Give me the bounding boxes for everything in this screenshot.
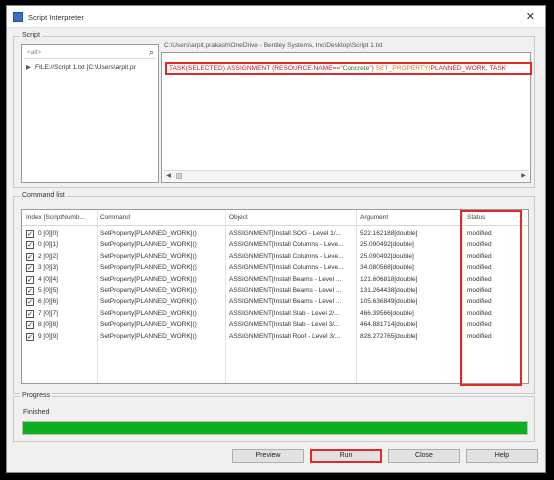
cell-argument: 828.272765[double]	[360, 332, 418, 340]
command-list-label: Command list	[20, 192, 67, 199]
scroll-thumb[interactable]	[176, 173, 182, 179]
cell-object: ASSIGNMENT[Install Columns - Leve...	[229, 241, 344, 249]
table-row[interactable]: ✓ 2 [0][2] SetProperty[PLANNED_WORK]() ASSI…	[22, 252, 528, 263]
column-header-index[interactable]: Index [ScriptNumb...	[26, 214, 96, 221]
cell-object: ASSIGNMENT[Install Columns - Leve...	[229, 252, 344, 260]
cell-argument: 466.39566[double]	[360, 309, 414, 317]
cell-object: ASSIGNMENT[Install Roof - Level 3/...	[229, 332, 341, 340]
cell-argument: 464.881714[double]	[360, 321, 418, 329]
cell-command: SetProperty[PLANNED_WORK]()	[100, 309, 197, 317]
run-button[interactable]: Run	[310, 449, 382, 463]
table-row[interactable]: ✓ 8 [0][8] SetProperty[PLANNED_WORK]() ASSI…	[22, 320, 528, 331]
column-header-object[interactable]: Object	[229, 214, 349, 221]
filter-input[interactable]: <all> ⌕	[24, 47, 156, 59]
cell-argument: 25.090492[double]	[360, 241, 414, 249]
row-checkbox[interactable]: ✓	[26, 321, 34, 330]
filter-placeholder: <all>	[27, 49, 42, 56]
table-row[interactable]: ✓ 6 [0][6] SetProperty[PLANNED_WORK]() ASSI…	[22, 297, 528, 308]
tree-item-script-file[interactable]: ▶ FILE://Script 1.txt [C:\Users\arpit.pr	[26, 63, 136, 71]
table-row[interactable]: ✓ 9 [0][9] SetProperty[PLANNED_WORK]() ASSI…	[22, 332, 528, 343]
scroll-left-icon[interactable]: ◀	[163, 171, 174, 181]
cell-object: ASSIGNMENT[Install SOG - Level 1/...	[229, 230, 341, 237]
tree-item-label: FILE://Script 1.txt [C:\Users\arpit.pr	[35, 64, 136, 71]
code-function: SET_PROPERTY(	[373, 65, 431, 72]
script-editor[interactable]: TASK(SELECTED).ASSIGNMENT (RESOURCE.NAME…	[161, 52, 532, 183]
column-header-command[interactable]: Command	[100, 214, 220, 221]
cell-argument: 121.606818[double]	[360, 275, 418, 283]
row-checkbox[interactable]: ✓	[26, 332, 34, 341]
cell-command: SetProperty[PLANNED_WORK]()	[100, 252, 197, 260]
cell-command: SetProperty[PLANNED_WORK]()	[100, 275, 197, 283]
script-tree-panel: <all> ⌕ ▶ FILE://Script 1.txt [C:\Users\a…	[21, 44, 159, 183]
progress-group-label: Progress	[20, 392, 53, 399]
code-selector: TASK(SELECTED).ASSIGNMENT (RESOURCE.NAME…	[169, 65, 341, 72]
cell-command: SetProperty[PLANNED_WORK]()	[100, 241, 197, 249]
cell-command: SetProperty[PLANNED_WORK]()	[100, 230, 197, 237]
search-icon[interactable]: ⌕	[149, 47, 154, 58]
cell-command: SetProperty[PLANNED_WORK]()	[100, 298, 197, 306]
row-checkbox[interactable]: ✓	[26, 275, 34, 284]
code-args: PLANNED_WORK, TASK	[430, 65, 507, 72]
cell-object: ASSIGNMENT[Install Beams - Level ...	[229, 287, 342, 294]
cell-object: ASSIGNMENT[Install Beams - Level ...	[229, 275, 342, 283]
cell-argument: 25.090492[double]	[360, 252, 414, 260]
close-icon[interactable]: ✕	[526, 10, 535, 23]
status-column-highlight	[460, 210, 522, 386]
cell-command: SetProperty[PLANNED_WORK]()	[100, 264, 197, 272]
row-checkbox[interactable]: ✓	[26, 287, 34, 295]
row-checkbox[interactable]: ✓	[26, 298, 34, 307]
row-checkbox[interactable]: ✓	[26, 241, 34, 250]
progress-status: Finished	[23, 409, 50, 416]
cell-object: ASSIGNMENT[Install Beams - Level ...	[229, 298, 342, 306]
cell-index: 2 [0][2]	[38, 252, 58, 260]
cell-object: ASSIGNMENT[Install Columns - Leve...	[229, 264, 344, 272]
cell-index: 9 [0][9]	[38, 332, 58, 340]
cell-argument: 131.264438[double]	[360, 287, 418, 294]
progress-bar	[22, 421, 528, 435]
cell-object: ASSIGNMENT[Install Slab - Level 2/...	[229, 309, 340, 317]
table-row[interactable]: ✓ 5 [0][5] SetProperty[PLANNED_WORK]() ASSI…	[22, 286, 528, 297]
row-checkbox[interactable]: ✓	[26, 264, 34, 273]
cell-command: SetProperty[PLANNED_WORK]()	[100, 332, 197, 340]
expand-arrow-icon[interactable]: ▶	[26, 64, 31, 71]
row-checkbox[interactable]: ✓	[26, 252, 34, 261]
row-checkbox[interactable]: ✓	[26, 309, 34, 318]
cell-index: 0 [0][1]	[38, 241, 58, 249]
app-icon	[13, 12, 23, 22]
table-row[interactable]: ✓ 4 [0][4] SetProperty[PLANNED_WORK]() ASSI…	[22, 275, 528, 286]
table-row[interactable]: ✓ 0 [0][0] SetProperty[PLANNED_WORK]() ASSI…	[22, 229, 528, 240]
cell-command: SetProperty[PLANNED_WORK]()	[100, 321, 197, 329]
script-code-line[interactable]: TASK(SELECTED).ASSIGNMENT (RESOURCE.NAME…	[165, 62, 532, 75]
cell-argument: 34.080568[double]	[360, 264, 414, 272]
progress-group: Progress Finished	[13, 392, 535, 442]
cell-argument: 105.636849[double]	[360, 298, 418, 306]
cell-index: 6 [0][6]	[38, 298, 58, 306]
cell-index: 4 [0][4]	[38, 275, 58, 283]
cell-command: SetProperty[PLANNED_WORK]()	[100, 287, 197, 294]
table-row[interactable]: ✓ 3 [0][3] SetProperty[PLANNED_WORK]() ASSI…	[22, 263, 528, 274]
window-title: Script Interpreter	[28, 13, 84, 22]
cell-index: 5 [0][5]	[38, 287, 58, 294]
code-string: "Concrete"	[340, 65, 372, 72]
close-button[interactable]: Close	[388, 449, 460, 463]
row-checkbox[interactable]: ✓	[26, 230, 34, 238]
cell-object: ASSIGNMENT[Install Slab - Level 3/...	[229, 321, 340, 329]
command-grid: Index [ScriptNumb... Command Object Argu…	[21, 209, 529, 384]
cell-index: 3 [0][3]	[38, 264, 58, 272]
script-group-label: Script	[20, 32, 42, 39]
preview-button[interactable]: Preview	[232, 449, 304, 463]
help-button[interactable]: Help	[466, 449, 538, 463]
cell-index: 0 [0][0]	[38, 230, 58, 237]
progress-bar-fill	[23, 422, 527, 434]
cell-index: 8 [0][8]	[38, 321, 58, 329]
table-row[interactable]: ✓ 7 [0][7] SetProperty[PLANNED_WORK]() ASSI…	[22, 309, 528, 320]
title-bar: Script Interpreter ✕	[7, 6, 545, 28]
scroll-right-icon[interactable]: ▶	[518, 171, 529, 181]
column-header-argument[interactable]: Argument	[360, 214, 460, 221]
script-path: C:\Users\arpit.prakash\OneDrive - Bentle…	[164, 42, 383, 49]
cell-argument: 522.162188[double]	[360, 230, 418, 237]
table-row[interactable]: ✓ 0 [0][1] SetProperty[PLANNED_WORK]() ASSI…	[22, 240, 528, 251]
horizontal-scrollbar[interactable]: ◀ ▶	[163, 170, 529, 181]
cell-index: 7 [0][7]	[38, 309, 58, 317]
